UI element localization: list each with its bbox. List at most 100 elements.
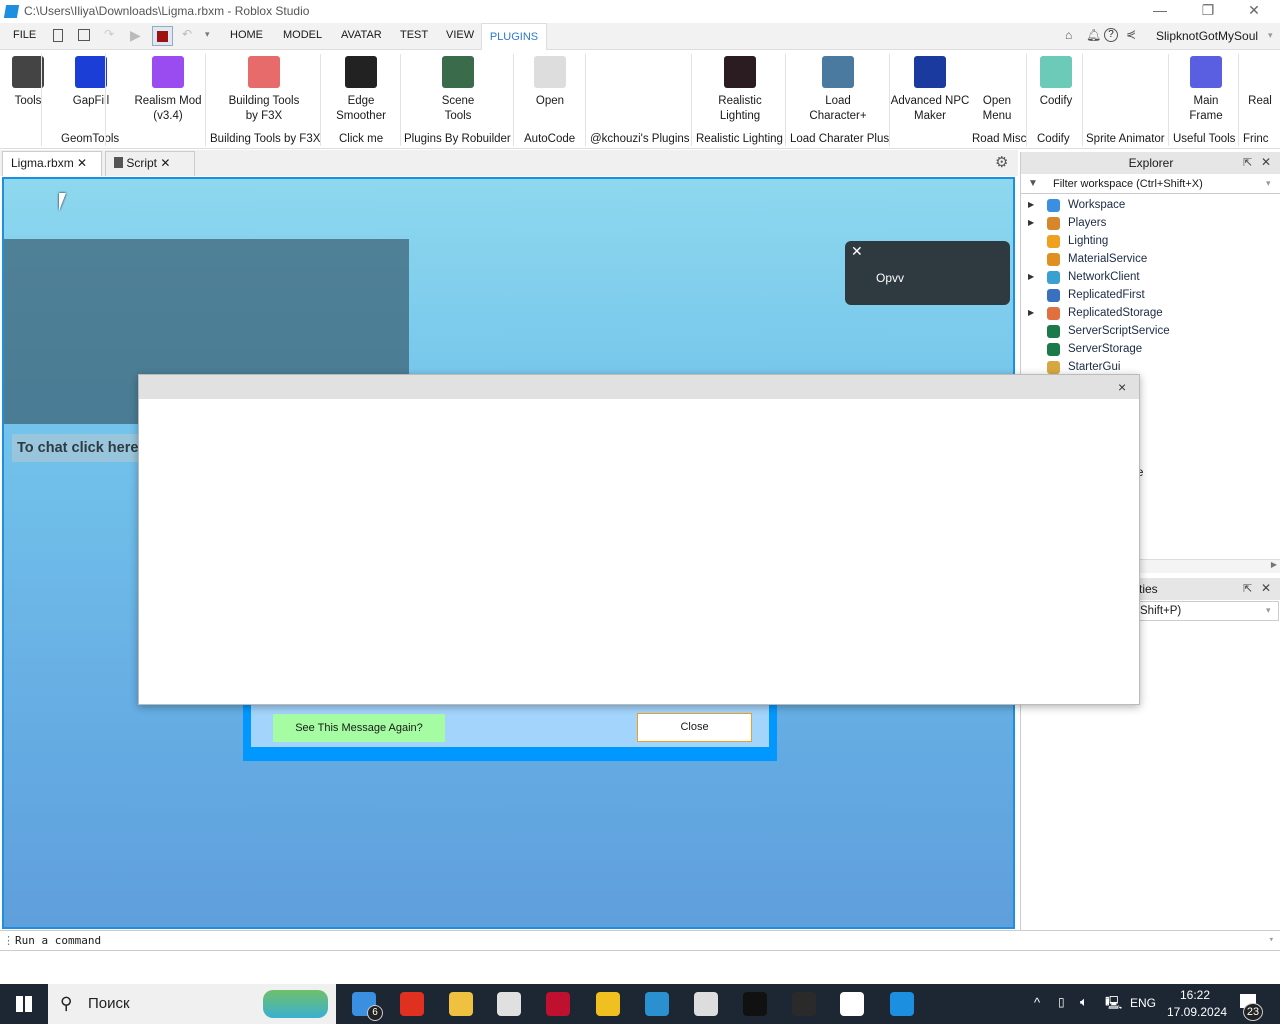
plugin-button-advanced-npc[interactable]: Advanced NPC Maker [890, 56, 970, 124]
explorer-item-lighting[interactable]: Lighting [1021, 232, 1280, 250]
plugin-button-scene[interactable]: Scene Tools [428, 56, 488, 124]
chevron-down-icon[interactable]: ▾ [1266, 605, 1271, 616]
players-icon [1047, 217, 1060, 230]
expand-arrow-icon[interactable]: ▶ [1028, 268, 1034, 286]
show-hidden-icons-icon[interactable]: ^ [1034, 995, 1040, 1010]
play-icon[interactable]: ▶ [130, 27, 141, 44]
close-icon[interactable]: ✕ [160, 156, 170, 170]
plugin-button-tools[interactable]: Tools [4, 56, 52, 109]
explorer-item-networkclient[interactable]: ▶ NetworkClient [1021, 268, 1280, 286]
plugin-button-realism-mod[interactable]: Realism Mod (v3.4) [130, 56, 206, 124]
restore-button[interactable]: ❐ [1188, 2, 1228, 22]
plugin-button-load[interactable]: Load Character+ [800, 56, 876, 124]
file-explorer-icon[interactable] [449, 992, 473, 1016]
unknown-app-icon[interactable] [792, 992, 816, 1016]
tab-script[interactable]: Script ✕ [105, 151, 195, 176]
plugin-button-open[interactable]: Open [522, 56, 578, 109]
scroll-right-icon[interactable]: ▶ [1271, 560, 1277, 569]
plugin-label: Main Frame [1189, 95, 1223, 122]
microsoft-store-icon[interactable] [497, 992, 521, 1016]
plugin-button-building-tools[interactable]: Building Tools by F3X [222, 56, 306, 124]
plugin-button-realistic[interactable]: Realistic Lighting [706, 56, 774, 124]
language-indicator[interactable]: ENG [1130, 996, 1156, 1010]
close-icon[interactable]: ✕ [851, 243, 863, 260]
settings-gear-icon[interactable]: ⚙ [995, 153, 1008, 171]
undo-icon[interactable]: ↶ [182, 27, 192, 41]
expand-arrow-icon[interactable]: ▶ [1028, 304, 1034, 322]
network-icon[interactable]: 🖳 [1105, 994, 1122, 1016]
undock-icon[interactable]: ⇱ [1243, 582, 1252, 595]
filter-icon[interactable]: ▼ [1028, 178, 1038, 189]
close-window-button[interactable]: ✕ [1234, 2, 1274, 22]
plugin-button-codify[interactable]: Codify [1028, 56, 1084, 109]
stop-button[interactable] [152, 26, 173, 46]
file-menu[interactable]: FILE [13, 29, 36, 41]
explorer-item-replicatedfirst[interactable]: ReplicatedFirst [1021, 286, 1280, 304]
tab-test[interactable]: TEST [400, 29, 428, 41]
plugin-label: Scene Tools [441, 95, 475, 122]
roblox-icon[interactable] [694, 992, 718, 1016]
notification-bell-icon[interactable]: 🔔︎ [1086, 28, 1101, 42]
clock-time[interactable]: 16:22 [1180, 988, 1210, 1002]
explorer-filter-input[interactable]: Filter workspace (Ctrl+Shift+X) [1021, 174, 1280, 194]
user-menu[interactable]: SlipknotGotMySoul [1156, 29, 1258, 43]
meet-icon[interactable]: ▯ [1058, 995, 1065, 1009]
plugin-icon [442, 56, 474, 88]
tab-model[interactable]: MODEL [283, 29, 322, 41]
wave-app-icon[interactable] [743, 992, 767, 1016]
tab-ligma-rbxm[interactable]: Ligma.rbxm ✕ [2, 151, 102, 176]
home-icon[interactable]: ⌂ [1065, 28, 1072, 42]
plugin-label: Open Menu [982, 95, 1012, 122]
plugin-button-edge[interactable]: Edge Smoother [330, 56, 392, 124]
redo-icon[interactable]: ↷ [104, 27, 114, 41]
minimize-button[interactable]: — [1140, 2, 1180, 22]
plugin-button-main[interactable]: Main Frame [1176, 56, 1236, 124]
item-label: ReplicatedFirst [1068, 289, 1145, 301]
publish-icon[interactable] [78, 29, 90, 41]
command-bar[interactable]: Run a command ⋮ ▾ [0, 930, 1280, 951]
volume-icon[interactable]: 🔈︎ [1080, 994, 1088, 1010]
tab-view[interactable]: VIEW [446, 29, 474, 41]
explorer-item-workspace[interactable]: ▶ Workspace [1021, 196, 1280, 214]
clock-date[interactable]: 17.09.2024 [1167, 1005, 1227, 1019]
plugin-button-open[interactable]: Open Menu [970, 56, 1024, 124]
explorer-item-materialservice[interactable]: MaterialService [1021, 250, 1280, 268]
new-file-icon[interactable] [53, 29, 63, 42]
help-icon[interactable]: ? [1104, 28, 1118, 42]
chevron-down-icon[interactable]: ▾ [1266, 178, 1271, 189]
close-icon[interactable]: ✕ [77, 156, 87, 170]
windows-start-icon[interactable] [16, 996, 32, 1012]
tab-home[interactable]: HOME [230, 29, 263, 41]
explorer-item-serverstorage[interactable]: ServerStorage [1021, 340, 1280, 358]
close-button[interactable]: Close [637, 713, 752, 742]
plugin-button-real[interactable]: Real [1240, 56, 1280, 109]
see-message-again-button[interactable]: See This Message Again? [273, 714, 445, 742]
opera-icon[interactable] [546, 992, 570, 1016]
command-input[interactable]: Run a command [15, 934, 101, 947]
close-icon[interactable]: ✕ [1261, 581, 1271, 595]
expand-arrow-icon[interactable]: ▶ [1028, 196, 1034, 214]
yandex-icon[interactable] [840, 992, 864, 1016]
undock-icon[interactable]: ⇱ [1243, 156, 1252, 169]
expand-arrow-icon[interactable]: ▶ [1028, 214, 1034, 232]
taskbar-search[interactable]: Поиск ⚲ [48, 984, 336, 1024]
explorer-item-players[interactable]: ▶ Players [1021, 214, 1280, 232]
explorer-item-serverscriptservice[interactable]: ServerScriptService [1021, 322, 1280, 340]
roblox-studio-icon[interactable] [890, 992, 914, 1016]
customize-icon[interactable]: ▾ [205, 29, 210, 40]
close-icon[interactable]: ✕ [1261, 155, 1271, 169]
ribbon-divider [205, 54, 206, 146]
tab-avatar[interactable]: AVATAR [341, 29, 382, 41]
plugin-button-gapfill[interactable]: GapFill [62, 56, 120, 109]
chevron-down-icon[interactable]: ▾ [1269, 931, 1274, 950]
yandex-browser-icon[interactable] [400, 992, 424, 1016]
dialog-close-button[interactable]: × [1118, 379, 1126, 395]
chevron-down-icon[interactable]: ▾ [1268, 30, 1273, 41]
chrome-icon[interactable] [596, 992, 620, 1016]
plugin-label: Building Tools by F3X [228, 95, 300, 122]
edge-icon[interactable] [645, 992, 669, 1016]
tab-plugins[interactable]: PLUGINS [481, 23, 547, 50]
item-label: MaterialService [1068, 253, 1148, 265]
explorer-item-replicatedstorage[interactable]: ▶ ReplicatedStorage [1021, 304, 1280, 322]
share-icon[interactable]: ⋞ [1126, 27, 1136, 41]
